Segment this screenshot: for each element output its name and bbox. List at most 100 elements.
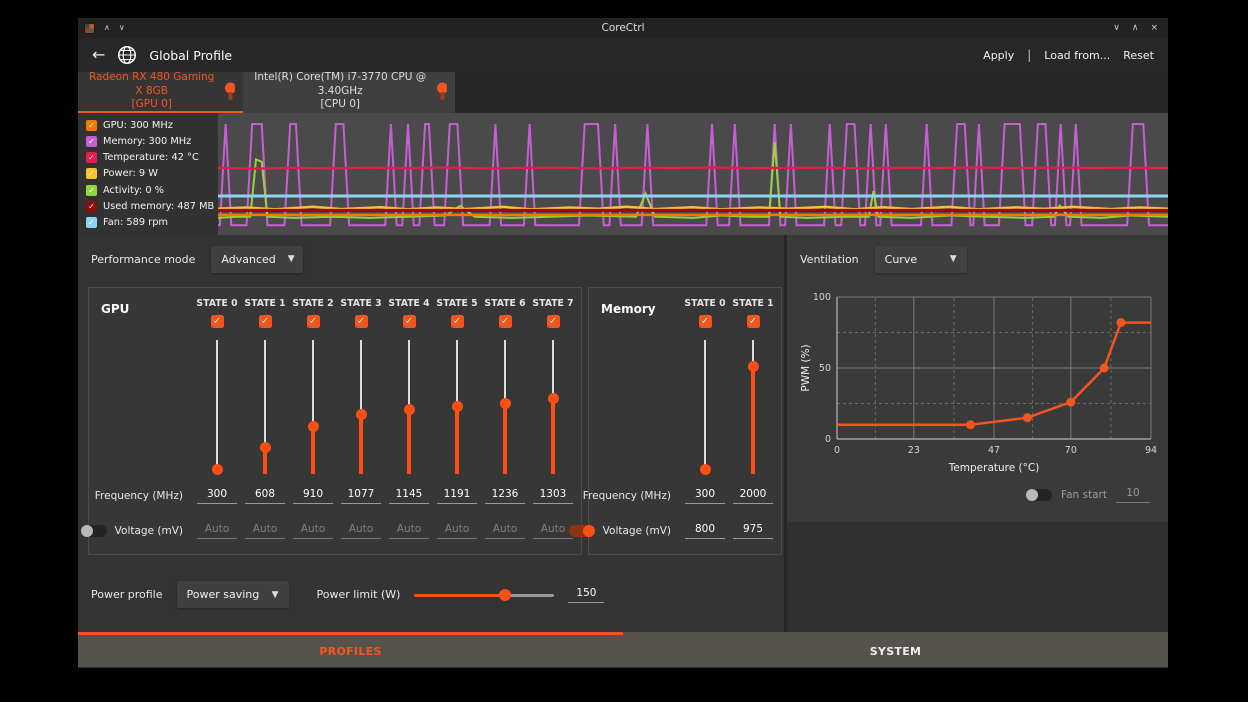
frequency-input[interactable]: 1077 bbox=[341, 488, 381, 504]
state-checkbox[interactable]: ✓ bbox=[211, 315, 224, 328]
slider-handle[interactable] bbox=[748, 361, 759, 372]
voltage-input[interactable]: 975 bbox=[733, 523, 773, 539]
fan-curve-point[interactable] bbox=[1116, 318, 1125, 327]
fan-start-toggle[interactable] bbox=[1026, 489, 1052, 501]
power-limit-input[interactable]: 150 bbox=[568, 587, 604, 603]
power-profile-select[interactable]: Power saving ▼ bbox=[177, 581, 289, 608]
frequency-slider[interactable] bbox=[529, 334, 577, 480]
slider-handle[interactable] bbox=[500, 398, 511, 409]
svg-text:0: 0 bbox=[825, 434, 831, 445]
back-button[interactable]: ← bbox=[92, 47, 105, 63]
fan-curve-point[interactable] bbox=[1066, 398, 1075, 407]
frequency-slider[interactable] bbox=[481, 334, 529, 480]
legend-label: Memory: 300 MHz bbox=[103, 136, 191, 147]
window-title: CoreCtrl bbox=[78, 22, 1168, 34]
state-checkbox[interactable]: ✓ bbox=[547, 315, 560, 328]
fan-curve-point[interactable] bbox=[966, 420, 975, 429]
state-checkbox[interactable]: ✓ bbox=[451, 315, 464, 328]
frequency-input[interactable]: 300 bbox=[197, 488, 237, 504]
state-checkbox[interactable]: ✓ bbox=[307, 315, 320, 328]
power-limit-slider[interactable] bbox=[414, 589, 554, 601]
state-checkbox[interactable]: ✓ bbox=[499, 315, 512, 328]
state-checkbox[interactable]: ✓ bbox=[259, 315, 272, 328]
voltage-toggle[interactable] bbox=[81, 525, 107, 537]
tab-profiles[interactable]: PROFILES bbox=[78, 632, 623, 667]
legend-checkbox[interactable]: ✓ bbox=[86, 217, 97, 228]
performance-mode-select[interactable]: Advanced ▼ bbox=[211, 246, 303, 273]
device-tabs: Radeon RX 480 Gaming X 8GB [GPU 0] Intel… bbox=[78, 72, 1168, 113]
frequency-input[interactable]: 910 bbox=[293, 488, 333, 504]
cpu-tab-name: Intel(R) Core(TM) i7-3770 CPU @ 3.40GHz bbox=[251, 71, 429, 98]
frequency-input[interactable]: 1303 bbox=[533, 488, 573, 504]
slider-handle[interactable] bbox=[356, 409, 367, 420]
frequency-slider[interactable] bbox=[433, 334, 481, 480]
pin-icon[interactable] bbox=[224, 82, 235, 101]
frequency-slider[interactable] bbox=[337, 334, 385, 480]
legend-label: Power: 9 W bbox=[103, 168, 158, 179]
performance-mode-value: Advanced bbox=[221, 253, 275, 266]
maximize-button[interactable]: ∧ bbox=[1132, 23, 1139, 33]
voltage-input[interactable]: 800 bbox=[685, 523, 725, 539]
slider-handle[interactable] bbox=[212, 464, 223, 475]
state-checkbox[interactable]: ✓ bbox=[355, 315, 368, 328]
frequency-slider[interactable] bbox=[289, 334, 337, 480]
state-checkbox[interactable]: ✓ bbox=[699, 315, 712, 328]
slider-handle[interactable] bbox=[260, 442, 271, 453]
fan-start-input[interactable]: 10 bbox=[1116, 487, 1150, 503]
tab-gpu-device[interactable]: Radeon RX 480 Gaming X 8GB [GPU 0] bbox=[78, 72, 243, 113]
load-from-button[interactable]: Load from... bbox=[1044, 49, 1110, 62]
frequency-slider[interactable] bbox=[241, 334, 289, 480]
frequency-input[interactable]: 1191 bbox=[437, 488, 477, 504]
voltage-toggle[interactable] bbox=[569, 525, 595, 537]
page-title: Global Profile bbox=[149, 48, 232, 63]
apply-button[interactable]: Apply bbox=[983, 49, 1014, 62]
voltage-input[interactable]: Auto bbox=[437, 523, 477, 539]
voltage-input[interactable]: Auto bbox=[245, 523, 285, 539]
legend-checkbox[interactable]: ✓ bbox=[86, 185, 97, 196]
legend-checkbox[interactable]: ✓ bbox=[86, 152, 97, 163]
monitor-legend: ✓GPU: 300 MHz✓Memory: 300 MHz✓Temperatur… bbox=[78, 113, 218, 235]
frequency-input[interactable]: 300 bbox=[685, 488, 725, 504]
voltage-input[interactable]: Auto bbox=[197, 523, 237, 539]
power-controls: Power profile Power saving ▼ Power limit… bbox=[78, 555, 784, 608]
ventilation-mode-value: Curve bbox=[885, 253, 917, 266]
voltage-input[interactable]: Auto bbox=[341, 523, 381, 539]
slider-handle[interactable] bbox=[404, 404, 415, 415]
slider-handle[interactable] bbox=[308, 421, 319, 432]
frequency-input[interactable]: 608 bbox=[245, 488, 285, 504]
tab-system[interactable]: SYSTEM bbox=[623, 632, 1168, 667]
frequency-slider[interactable] bbox=[681, 334, 729, 480]
legend-item: ✓ Memory: 300 MHz bbox=[86, 136, 212, 147]
frequency-slider[interactable] bbox=[193, 334, 241, 480]
voltage-input[interactable]: Auto bbox=[533, 523, 573, 539]
svg-text:94: 94 bbox=[1145, 445, 1157, 456]
slider-handle[interactable] bbox=[452, 401, 463, 412]
frequency-slider[interactable] bbox=[385, 334, 433, 480]
pin-icon[interactable] bbox=[436, 82, 447, 101]
slider-handle[interactable] bbox=[548, 393, 559, 404]
state-checkbox[interactable]: ✓ bbox=[403, 315, 416, 328]
ventilation-mode-select[interactable]: Curve ▼ bbox=[875, 246, 967, 273]
reset-button[interactable]: Reset bbox=[1123, 49, 1154, 62]
voltage-input[interactable]: Auto bbox=[485, 523, 525, 539]
legend-checkbox[interactable]: ✓ bbox=[86, 201, 97, 212]
frequency-slider[interactable] bbox=[729, 334, 777, 480]
legend-checkbox[interactable]: ✓ bbox=[86, 136, 97, 147]
fan-curve-point[interactable] bbox=[1100, 364, 1109, 373]
legend-checkbox[interactable]: ✓ bbox=[86, 168, 97, 179]
minimize-button[interactable]: ∨ bbox=[1113, 23, 1120, 33]
close-button[interactable]: × bbox=[1150, 23, 1158, 33]
frequency-input[interactable]: 2000 bbox=[733, 488, 773, 504]
fan-curve-chart[interactable]: 023477094050100Temperature (°C)PWM (%) bbox=[797, 285, 1163, 481]
frequency-row-label: Frequency (MHz) bbox=[93, 480, 193, 512]
fan-curve-point[interactable] bbox=[1023, 413, 1032, 422]
voltage-input[interactable]: Auto bbox=[293, 523, 333, 539]
tab-cpu-device[interactable]: Intel(R) Core(TM) i7-3770 CPU @ 3.40GHz … bbox=[243, 72, 455, 113]
svg-text:70: 70 bbox=[1065, 445, 1077, 456]
frequency-input[interactable]: 1236 bbox=[485, 488, 525, 504]
slider-handle[interactable] bbox=[700, 464, 711, 475]
voltage-input[interactable]: Auto bbox=[389, 523, 429, 539]
state-checkbox[interactable]: ✓ bbox=[747, 315, 760, 328]
frequency-input[interactable]: 1145 bbox=[389, 488, 429, 504]
legend-checkbox[interactable]: ✓ bbox=[86, 120, 97, 131]
